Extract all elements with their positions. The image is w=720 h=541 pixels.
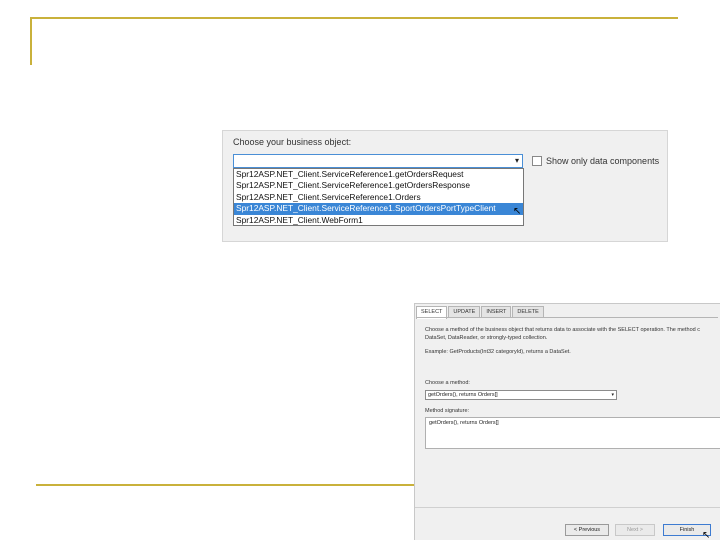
example-text: Example: GetProducts(Int32 categoryId), … [425, 349, 571, 355]
dropdown-arrow-icon[interactable]: ▾ [611, 391, 614, 399]
business-object-option[interactable]: Spr12ASP.NET_Client.ServiceReference1.ge… [234, 169, 523, 180]
choose-method-label: Choose a method: [425, 380, 470, 386]
mouse-pointer-icon: ↖ [513, 206, 522, 217]
dropdown-arrow-icon[interactable]: ▾ [515, 156, 519, 165]
footer-divider [415, 507, 720, 508]
business-object-option[interactable]: Spr12ASP.NET_Client.WebForm1 [234, 215, 523, 226]
show-data-components-option[interactable]: Show only data components [532, 156, 659, 166]
show-data-components-label: Show only data components [546, 156, 660, 166]
tab-divider [416, 317, 718, 318]
business-object-option-selected[interactable]: Spr12ASP.NET_Client.ServiceReference1.Sp… [234, 203, 523, 215]
slide-left-rule [30, 17, 32, 65]
slide-top-rule [30, 17, 678, 19]
method-description-line-1: Choose a method of the business object t… [425, 327, 700, 333]
method-select[interactable]: getOrders(), returns Orders[] ▾ [425, 390, 617, 400]
mouse-pointer-icon: ↖ [702, 530, 711, 541]
business-object-option[interactable]: Spr12ASP.NET_Client.ServiceReference1.ge… [234, 180, 523, 191]
method-select-value: getOrders(), returns Orders[] [428, 392, 498, 398]
choose-business-object-label: Choose your business object: [233, 137, 352, 147]
method-signature-label: Method signature: [425, 408, 470, 414]
business-object-combobox[interactable]: ▾ [233, 154, 523, 168]
previous-button[interactable]: < Previous [565, 524, 609, 536]
choose-business-object-panel: Choose your business object: ▾ Show only… [222, 130, 668, 242]
define-data-methods-panel: SELECT UPDATE INSERT DELETE Choose a met… [414, 303, 720, 541]
business-object-option[interactable]: Spr12ASP.NET_Client.ServiceReference1.Or… [234, 192, 523, 203]
show-data-components-checkbox[interactable] [532, 156, 542, 166]
method-signature-box: getOrders(), returns Orders[] [425, 417, 720, 449]
method-description-line-2: DataSet, DataReader, or strongly-typed c… [425, 335, 548, 341]
next-button[interactable]: Next > [615, 524, 655, 536]
business-object-dropdown-list: Spr12ASP.NET_Client.ServiceReference1.ge… [233, 168, 524, 226]
method-signature-value: getOrders(), returns Orders[] [429, 420, 499, 426]
slide-bottom-rule [36, 484, 418, 486]
